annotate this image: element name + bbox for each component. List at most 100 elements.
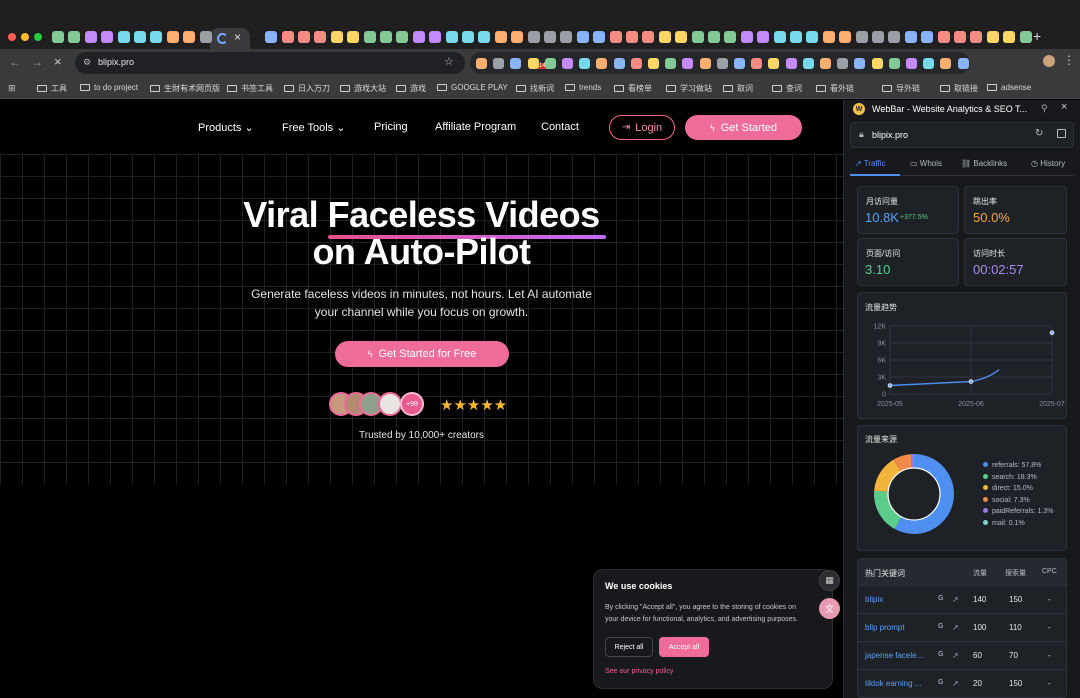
extension-icon[interactable] [837, 58, 848, 69]
keyword-link[interactable]: japense facele... [865, 651, 923, 660]
extension-icon[interactable] [648, 58, 659, 69]
extension-icon[interactable] [872, 58, 883, 69]
tab-favicon[interactable] [134, 31, 146, 43]
privacy-policy-link[interactable]: See our privacy policy [605, 668, 673, 675]
nav-pricing[interactable]: Pricing [374, 121, 408, 133]
tab-whois[interactable]: ▭ Whois [910, 159, 942, 168]
tab-favicon[interactable] [380, 31, 392, 43]
google-icon[interactable]: G [938, 595, 943, 602]
extension-icon[interactable] [528, 58, 539, 69]
bookmark-item[interactable]: 取链接 [940, 83, 978, 94]
apps-grid-icon[interactable]: ⊞ [8, 83, 16, 94]
get-started-button[interactable]: ϟ Get Started [685, 115, 802, 140]
extension-icon[interactable] [631, 58, 642, 69]
window-close-dot[interactable] [8, 33, 16, 41]
trend-icon[interactable]: ↗ [952, 651, 959, 660]
extension-icon[interactable] [493, 58, 504, 69]
tab-close-icon[interactable]: × [234, 30, 241, 44]
window-zoom-dot[interactable] [34, 33, 42, 41]
table-row[interactable]: japense facele... G ↗ 60 70 - [858, 641, 1066, 669]
panel-close-icon[interactable]: × [1061, 101, 1067, 113]
tab-favicon[interactable] [183, 31, 195, 43]
extension-icon[interactable] [665, 58, 676, 69]
tab-favicon[interactable] [954, 31, 966, 43]
extension-icon[interactable] [545, 58, 556, 69]
bookmark-item[interactable]: GOOGLE PLAY [437, 83, 508, 92]
tab-favicon[interactable] [987, 31, 999, 43]
qr-code-icon[interactable]: ▦ [819, 570, 840, 591]
url-text[interactable]: blipix.pro [98, 57, 134, 67]
reject-all-button[interactable]: Reject all [605, 637, 653, 657]
tab-favicon[interactable] [872, 31, 884, 43]
window-minimize-dot[interactable] [21, 33, 29, 41]
bookmark-item[interactable]: 日入万刀 [284, 83, 330, 94]
tab-favicon[interactable] [839, 31, 851, 43]
tab-favicon[interactable] [364, 31, 376, 43]
tab-favicon[interactable] [774, 31, 786, 43]
extension-icon[interactable] [803, 58, 814, 69]
trend-icon[interactable]: ↗ [952, 595, 959, 604]
extension-icon[interactable] [958, 58, 969, 69]
extension-icon[interactable] [889, 58, 900, 69]
bookmark-item[interactable]: 游戏大站 [340, 83, 386, 94]
tab-history[interactable]: ◷ History [1031, 159, 1065, 168]
pin-icon[interactable]: ⚲ [1041, 103, 1048, 114]
bookmark-star-icon[interactable]: ☆ [444, 55, 454, 68]
extension-icon[interactable] [751, 58, 762, 69]
tab-favicon[interactable] [495, 31, 507, 43]
tab-favicon[interactable] [938, 31, 950, 43]
tab-favicon[interactable] [150, 31, 162, 43]
trend-icon[interactable]: ↗ [952, 623, 959, 632]
hero-cta-button[interactable]: ϟ Get Started for Free [335, 341, 509, 367]
tab-favicon[interactable] [856, 31, 868, 43]
tab-favicon[interactable] [347, 31, 359, 43]
extension-icon[interactable] [768, 58, 779, 69]
extension-icon[interactable] [717, 58, 728, 69]
tab-favicon[interactable] [462, 31, 474, 43]
tab-traffic[interactable]: ↗ Traffic [855, 159, 886, 168]
extension-icon[interactable] [734, 58, 745, 69]
tab-favicon[interactable] [200, 31, 212, 43]
active-tab[interactable]: × [210, 28, 250, 49]
tab-favicon[interactable] [413, 31, 425, 43]
bookmark-item[interactable]: to do project [80, 83, 138, 92]
tab-favicon[interactable] [265, 31, 277, 43]
keyword-link[interactable]: tiktok earning ... [865, 679, 921, 688]
tab-favicon[interactable] [921, 31, 933, 43]
tab-favicon[interactable] [626, 31, 638, 43]
tab-favicon[interactable] [970, 31, 982, 43]
table-row[interactable]: blipix G ↗ 140 150 - [858, 585, 1066, 613]
bookmark-item[interactable]: 学习做站 [666, 83, 712, 94]
trend-icon[interactable]: ↗ [952, 679, 959, 688]
tab-favicon[interactable] [790, 31, 802, 43]
site-info-icon[interactable]: ⚙ [83, 57, 91, 68]
extension-icon[interactable] [923, 58, 934, 69]
keyword-link[interactable]: blip prompt [865, 623, 905, 632]
back-icon[interactable]: ← [9, 55, 21, 69]
accept-all-button[interactable]: Accept all [659, 637, 709, 657]
extension-icon[interactable] [906, 58, 917, 69]
bookmark-item[interactable]: 找新词 [516, 83, 554, 94]
google-icon[interactable]: G [938, 623, 943, 630]
bookmark-item[interactable]: 生財有术网页版 [150, 83, 220, 94]
extension-icon[interactable] [682, 58, 693, 69]
nav-affiliate[interactable]: Affiliate Program [435, 121, 516, 133]
tab-favicon[interactable] [528, 31, 540, 43]
tab-favicon[interactable] [757, 31, 769, 43]
stop-loading-icon[interactable]: × [54, 54, 62, 69]
extension-icon[interactable] [700, 58, 711, 69]
extension-icon[interactable] [579, 58, 590, 69]
tab-favicon[interactable] [724, 31, 736, 43]
extension-icon[interactable] [596, 58, 607, 69]
tab-favicon[interactable] [511, 31, 523, 43]
tab-favicon[interactable] [478, 31, 490, 43]
tab-favicon[interactable] [396, 31, 408, 43]
tab-favicon[interactable] [1003, 31, 1015, 43]
tab-favicon[interactable] [446, 31, 458, 43]
tab-favicon[interactable] [429, 31, 441, 43]
bookmark-item[interactable]: 取词 [723, 83, 753, 94]
nav-free-tools[interactable]: Free Tools ⌄ [282, 121, 345, 134]
tab-favicon[interactable] [1020, 31, 1032, 43]
tab-favicon[interactable] [52, 31, 64, 43]
bookmark-item[interactable]: 书签工具 [227, 83, 273, 94]
